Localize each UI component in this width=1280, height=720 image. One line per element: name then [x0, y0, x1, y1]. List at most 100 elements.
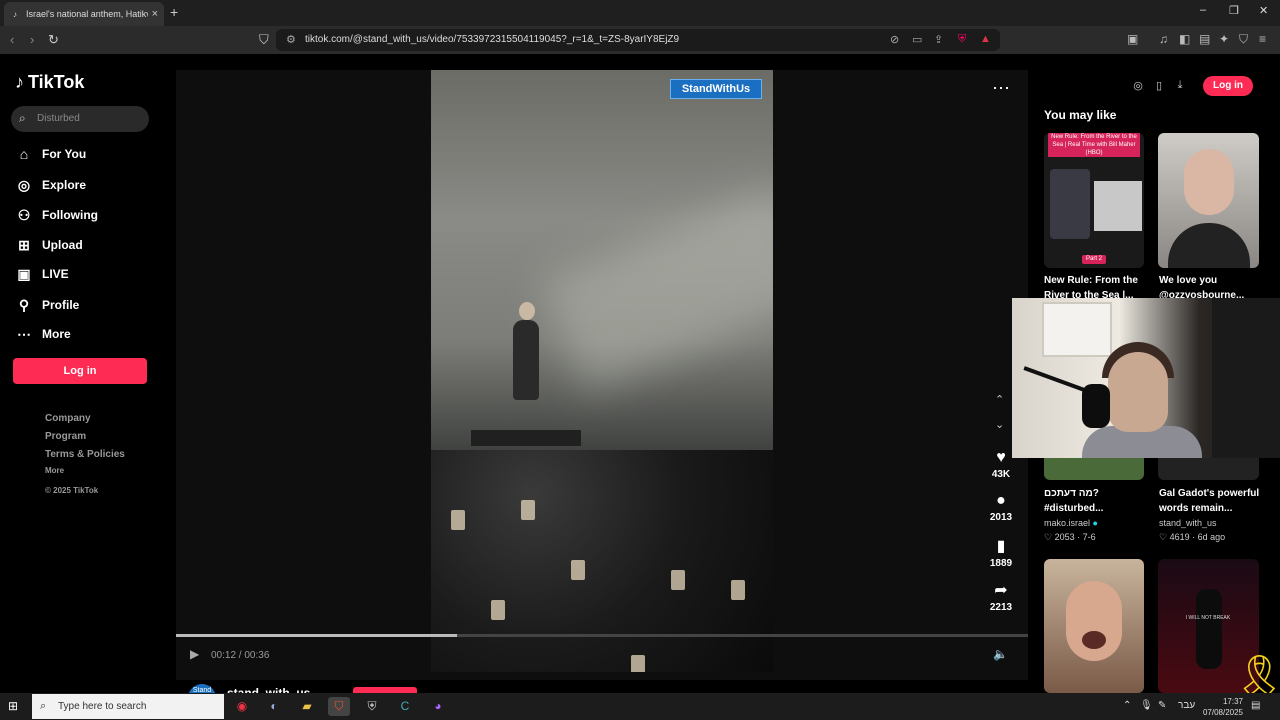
vpn-icon[interactable]: ⛉: [1239, 32, 1248, 47]
save-action[interactable]: ▮ 1889: [986, 536, 1016, 569]
discord-icon[interactable]: ◕: [427, 697, 449, 716]
taskbar-clock[interactable]: 17:37 07/08/2025: [1199, 696, 1243, 718]
comment-action[interactable]: ● 2013: [986, 492, 1016, 523]
thumbnail-mouth: [1082, 631, 1106, 649]
ccleaner-icon[interactable]: C: [394, 697, 416, 716]
recommendation-thumbnail[interactable]: [1158, 133, 1259, 268]
reload-icon[interactable]: ↻: [48, 32, 59, 48]
taskbar-search-input[interactable]: ⌕ Type here to search: [32, 694, 224, 719]
brave-browser-icon[interactable]: ⛉: [328, 697, 350, 716]
shield-app-icon[interactable]: ⛨: [361, 697, 383, 716]
share-arrow-icon[interactable]: ➦: [986, 580, 1016, 600]
browser-toolbar: ‹ › ↻ ⛉ ⚙ tiktok.com/@stand_with_us/vide…: [0, 26, 1280, 54]
forward-icon[interactable]: ›: [30, 32, 34, 47]
nav-label: For You: [42, 147, 87, 161]
nav-live[interactable]: ▣ LIVE: [16, 264, 68, 284]
reader-icon[interactable]: ◧: [1179, 32, 1190, 46]
thumbnail-person: [1050, 169, 1090, 239]
login-button-header[interactable]: Log in: [1203, 76, 1253, 96]
tab-close-icon[interactable]: ×: [152, 8, 158, 20]
obs-icon[interactable]: ◉: [231, 697, 253, 716]
video-progress-bar[interactable]: [176, 634, 1028, 637]
menu-icon[interactable]: ≡: [1259, 32, 1266, 46]
recommendation-title[interactable]: We love you @ozzyosbourne...: [1159, 273, 1263, 299]
explore-compass-icon[interactable]: ◎: [1128, 79, 1148, 95]
steam-icon[interactable]: ◐: [263, 697, 285, 716]
input-language[interactable]: עבר: [1178, 700, 1195, 711]
rewards-icon[interactable]: ▲: [980, 33, 991, 45]
search-input[interactable]: ⌕ Disturbed: [11, 106, 149, 132]
like-count: 43K: [991, 469, 1011, 480]
bookmark-icon[interactable]: ⛉: [259, 32, 269, 48]
device-icon[interactable]: ▯: [1149, 79, 1169, 95]
tray-expand-icon[interactable]: ⌃: [1123, 700, 1131, 711]
nav-more[interactable]: ⋯ More: [16, 324, 71, 344]
footer-program-link[interactable]: Program: [45, 431, 86, 442]
windows-start-icon[interactable]: ⊞: [8, 699, 18, 713]
play-icon[interactable]: ▶: [190, 647, 199, 661]
footer-company-link[interactable]: Company: [45, 413, 91, 424]
music-icon[interactable]: ♫: [1159, 32, 1168, 46]
volume-icon[interactable]: 🔈: [993, 647, 1008, 661]
crowd-phone: [491, 600, 505, 620]
performer-head: [519, 302, 535, 320]
new-tab-button[interactable]: +: [170, 4, 178, 20]
back-icon[interactable]: ‹: [10, 32, 14, 47]
footer-terms-link[interactable]: Terms & Policies: [45, 449, 125, 460]
nav-label: Upload: [42, 238, 83, 252]
login-button-sidebar[interactable]: Log in: [13, 358, 147, 384]
crowd: [431, 450, 773, 672]
minimize-button[interactable]: –: [1200, 4, 1206, 16]
nav-upload[interactable]: ⊞ Upload: [16, 235, 83, 255]
windows-taskbar: ⊞ ⌕ Type here to search ◉ ◐ ▰ ⛉ ⛨ C ◕ ⌃ …: [0, 693, 1280, 720]
yellow-ribbon-icon: 🎗: [1234, 654, 1280, 698]
notifications-icon[interactable]: ▤: [1251, 700, 1260, 711]
leo-icon[interactable]: ✦: [1219, 32, 1229, 46]
recommendation-author[interactable]: stand_with_us: [1159, 518, 1217, 528]
comment-icon[interactable]: ●: [986, 492, 1016, 510]
recommendation-thumbnail[interactable]: [1158, 458, 1259, 480]
site-info-icon[interactable]: ⚙: [286, 33, 296, 46]
wallet-icon[interactable]: ▤: [1199, 32, 1210, 46]
download-icon[interactable]: ⤓: [1170, 79, 1190, 95]
logo-text: TikTok: [28, 72, 85, 92]
tiktok-logo[interactable]: ♪ TikTok: [15, 72, 84, 93]
tiktok-favicon-icon: ♪: [13, 9, 17, 19]
crowd-phone: [731, 580, 745, 600]
compass-icon: ◎: [17, 176, 31, 193]
recommendation-title[interactable]: New Rule: From the River to the Sea |...: [1044, 273, 1148, 299]
file-explorer-icon[interactable]: ▰: [296, 697, 318, 716]
browser-tab[interactable]: ♪ Israel's national anthem, Hatikva ×: [4, 2, 164, 26]
close-window-button[interactable]: ✕: [1259, 4, 1268, 17]
recommendation-thumbnail[interactable]: New Rule: From the River to the Sea | Re…: [1044, 133, 1144, 268]
cast-icon[interactable]: ▭: [912, 33, 922, 46]
nav-explore[interactable]: ◎ Explore: [16, 175, 86, 195]
recommendation-author[interactable]: mako.israel ●: [1044, 518, 1098, 528]
url-text[interactable]: tiktok.com/@stand_with_us/video/75339723…: [305, 34, 679, 45]
recommendation-thumbnail[interactable]: [1044, 458, 1144, 480]
bookmark-icon[interactable]: ▮: [986, 536, 1016, 556]
thumbnail-guitarist: [1196, 589, 1222, 669]
recommendation-stats: ♡ 2053 · 7-6: [1044, 532, 1096, 542]
footer-more-link[interactable]: More: [45, 466, 64, 475]
previous-video-arrow-icon[interactable]: ⌃: [995, 393, 1004, 406]
recommendation-thumbnail[interactable]: [1044, 559, 1144, 693]
recommendation-title[interactable]: מה דעתכם? #disturbed...: [1044, 486, 1148, 516]
share-action[interactable]: ➦ 2213: [986, 580, 1016, 613]
microphone-icon[interactable]: 🎙: [1140, 700, 1153, 711]
nav-following[interactable]: ⚇ Following: [16, 205, 98, 225]
next-video-arrow-icon[interactable]: ⌄: [995, 418, 1004, 431]
restore-button[interactable]: ❐: [1229, 4, 1239, 17]
address-bar[interactable]: ⚙ tiktok.com/@stand_with_us/video/753397…: [276, 29, 1000, 51]
video-more-options-icon[interactable]: ⋯: [992, 78, 1010, 99]
pen-icon[interactable]: ✎: [1158, 700, 1166, 711]
nav-for-you[interactable]: ⌂ For You: [16, 144, 86, 164]
brave-shield-icon[interactable]: ⛨: [958, 33, 966, 46]
nav-profile[interactable]: ⚲ Profile: [16, 295, 79, 315]
share-icon[interactable]: ⇪: [934, 33, 943, 46]
recommendation-title[interactable]: Gal Gadot's powerful words remain...: [1159, 486, 1263, 516]
no-cast-icon[interactable]: ⊘: [890, 33, 899, 46]
sidebar-icon[interactable]: ▣: [1127, 32, 1138, 46]
video-frame[interactable]: [431, 70, 773, 672]
taskbar-search-placeholder: Type here to search: [58, 701, 147, 712]
